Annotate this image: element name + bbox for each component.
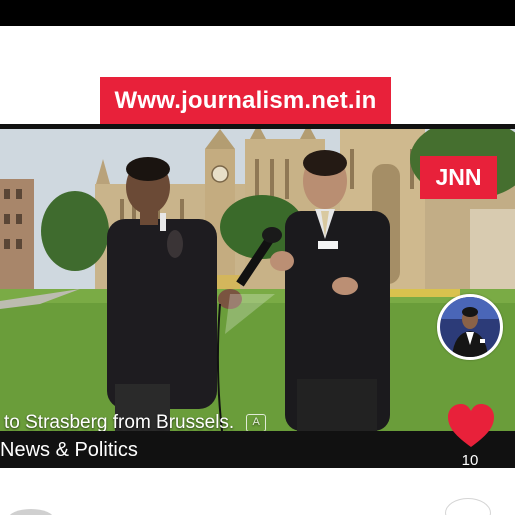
video-player[interactable]: JNN to Strasberg from Brussels. A News & … [0,124,515,468]
category-label[interactable]: News & Politics [0,436,138,464]
like-heart-icon[interactable] [446,403,496,449]
channel-avatar[interactable] [437,294,503,360]
status-bar [0,0,515,26]
like-count: 10 [461,452,479,469]
app-root: Www.journalism.net.in JNN to Strasberg f… [0,0,515,515]
video-frame[interactable]: JNN to Strasberg from Brussels. A [0,129,515,431]
avatar-image [440,297,500,357]
website-banner: Www.journalism.net.in [100,77,391,124]
bottom-bar [0,468,515,515]
caption-text: to Strasberg from Brussels. [4,412,235,431]
caption-icon[interactable]: A [246,413,267,431]
category-bar: News & Politics [0,431,515,468]
video-caption: to Strasberg from Brussels. A [0,409,272,431]
channel-badge: JNN [420,156,497,199]
